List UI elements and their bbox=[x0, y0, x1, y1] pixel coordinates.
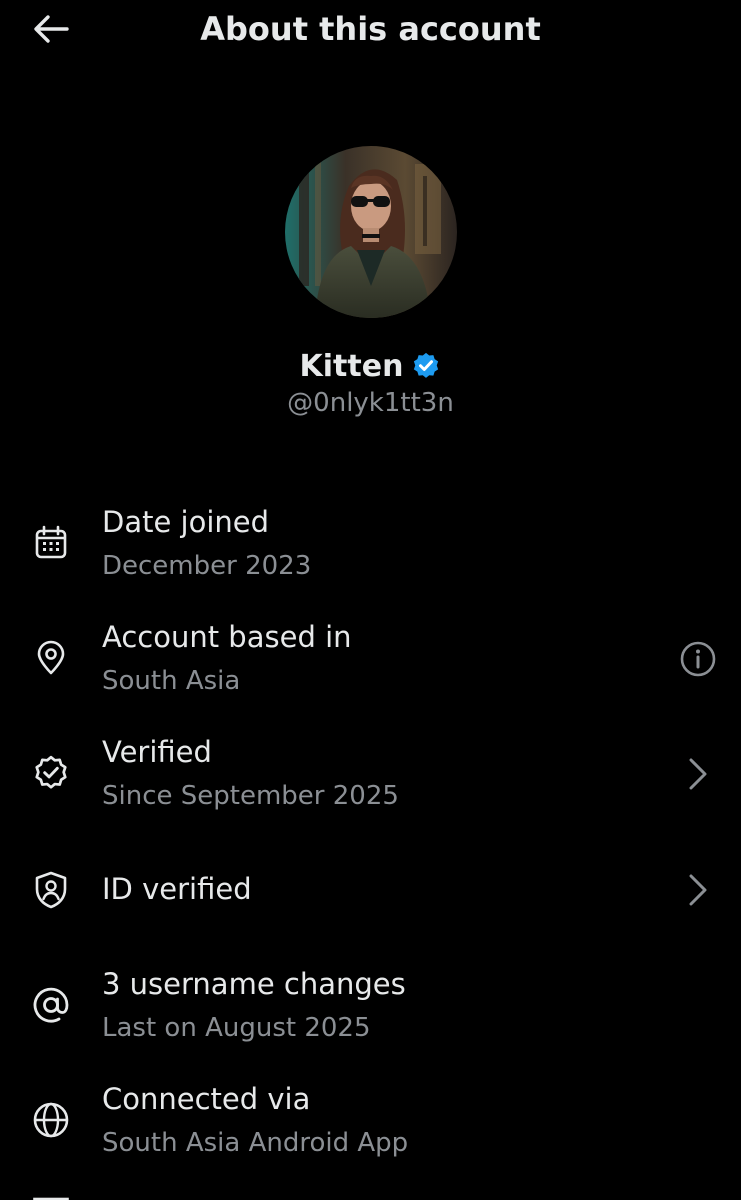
row-title: Verified bbox=[102, 735, 212, 769]
info-button[interactable] bbox=[676, 637, 720, 681]
verified-badge-outline-icon bbox=[30, 752, 72, 794]
shield-user-icon bbox=[30, 869, 72, 911]
row-title: Connected via bbox=[102, 1082, 311, 1116]
row-verified[interactable]: Verified Since September 2025 bbox=[0, 730, 741, 830]
info-icon bbox=[680, 641, 716, 677]
row-username-changes: 3 username changes Last on August 2025 bbox=[0, 962, 741, 1062]
top-app-bar: About this account bbox=[0, 0, 741, 62]
row-date-joined: Date joined December 2023 bbox=[0, 500, 741, 600]
row-subtitle: South Asia Android App bbox=[102, 1128, 409, 1158]
avatar-photo bbox=[285, 146, 457, 318]
row-subtitle: Since September 2025 bbox=[102, 781, 399, 811]
row-title: 3 username changes bbox=[102, 967, 406, 1001]
globe-icon bbox=[30, 1099, 72, 1141]
row-title: ID verified bbox=[102, 872, 252, 906]
arrow-left-icon bbox=[34, 15, 69, 43]
verified-badge-icon bbox=[414, 352, 439, 378]
row-id-verified[interactable]: ID verified bbox=[0, 860, 741, 920]
avatar[interactable] bbox=[285, 146, 457, 318]
page-title: About this account bbox=[200, 10, 541, 48]
chevron-right-icon bbox=[676, 868, 720, 912]
row-connected-via: Connected via South Asia Android App bbox=[0, 1077, 741, 1177]
row-subtitle: December 2023 bbox=[102, 551, 312, 581]
row-subtitle: South Asia bbox=[102, 666, 241, 696]
location-pin-icon bbox=[30, 637, 72, 679]
next-row-icon-partial bbox=[33, 1190, 69, 1200]
row-account-based-in: Account based in South Asia bbox=[0, 615, 741, 715]
back-button[interactable] bbox=[28, 8, 74, 50]
display-name: Kitten bbox=[299, 348, 404, 384]
calendar-icon bbox=[30, 522, 72, 564]
display-name-row: Kitten bbox=[0, 344, 741, 388]
username-handle: @0nlyk1tt3n bbox=[287, 388, 454, 418]
at-sign-icon bbox=[30, 984, 72, 1026]
row-title: Account based in bbox=[102, 620, 352, 654]
row-title: Date joined bbox=[102, 505, 270, 539]
row-subtitle: Last on August 2025 bbox=[102, 1013, 371, 1043]
chevron-right-icon bbox=[676, 752, 720, 796]
